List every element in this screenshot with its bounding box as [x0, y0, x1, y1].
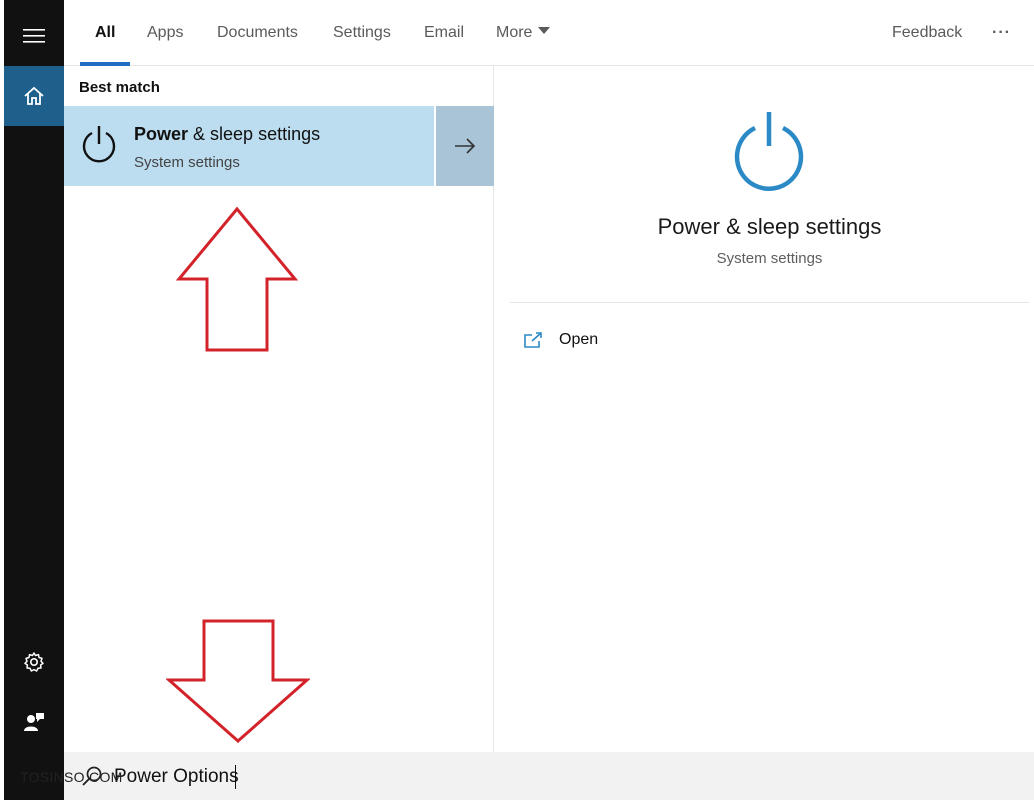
power-icon-large [734, 112, 804, 191]
user-feedback-icon [24, 713, 44, 731]
tab-apps[interactable]: Apps [147, 22, 183, 44]
hamburger-icon [23, 29, 45, 43]
feedback-link[interactable]: Feedback [892, 22, 962, 44]
annotation-arrow-down [166, 619, 310, 744]
tab-documents[interactable]: Documents [217, 22, 298, 44]
feedback-hub-button[interactable] [4, 692, 64, 752]
best-match-result[interactable]: Power & sleep settings System settings [64, 106, 494, 186]
result-title-bold: Power [134, 124, 189, 144]
search-input[interactable] [114, 764, 714, 790]
watermark: TOSINSO.COM [20, 769, 123, 785]
tab-email[interactable]: Email [424, 22, 464, 44]
tab-settings[interactable]: Settings [333, 22, 391, 44]
arrow-right-icon [455, 138, 476, 154]
text-caret [235, 765, 236, 789]
section-header-best-match: Best match [79, 79, 160, 96]
tab-all[interactable]: All [95, 22, 115, 44]
open-action[interactable]: Open [523, 328, 598, 352]
open-preview-button[interactable] [434, 106, 494, 186]
gear-icon [24, 652, 44, 672]
open-external-icon [524, 332, 542, 348]
result-subtitle: System settings [134, 154, 240, 171]
settings-button[interactable] [4, 632, 64, 692]
chevron-down-icon [538, 27, 551, 35]
home-icon [24, 86, 44, 105]
annotation-arrow-up [176, 206, 298, 352]
tab-more-label: More [496, 24, 533, 41]
open-label: Open [559, 331, 599, 348]
preview-title: Power & sleep settings [657, 214, 882, 239]
preview-pane: Power & sleep settings System settings O… [495, 66, 1034, 752]
divider [510, 302, 1029, 303]
result-title: Power & sleep settings [134, 124, 320, 145]
search-box[interactable] [64, 752, 1034, 800]
more-options-button[interactable]: ··· [992, 22, 1011, 44]
tab-more[interactable]: More [496, 22, 551, 44]
preview-subtitle: System settings [716, 250, 823, 267]
home-button[interactable] [4, 66, 64, 126]
windows-search-window: All Apps Documents Settings Email More F… [0, 0, 1034, 800]
left-rail [0, 0, 64, 800]
search-scope-tabs: All Apps Documents Settings Email More F… [64, 0, 1034, 66]
power-icon [82, 126, 116, 163]
menu-button[interactable] [4, 6, 64, 66]
result-title-rest: & sleep settings [188, 124, 321, 144]
